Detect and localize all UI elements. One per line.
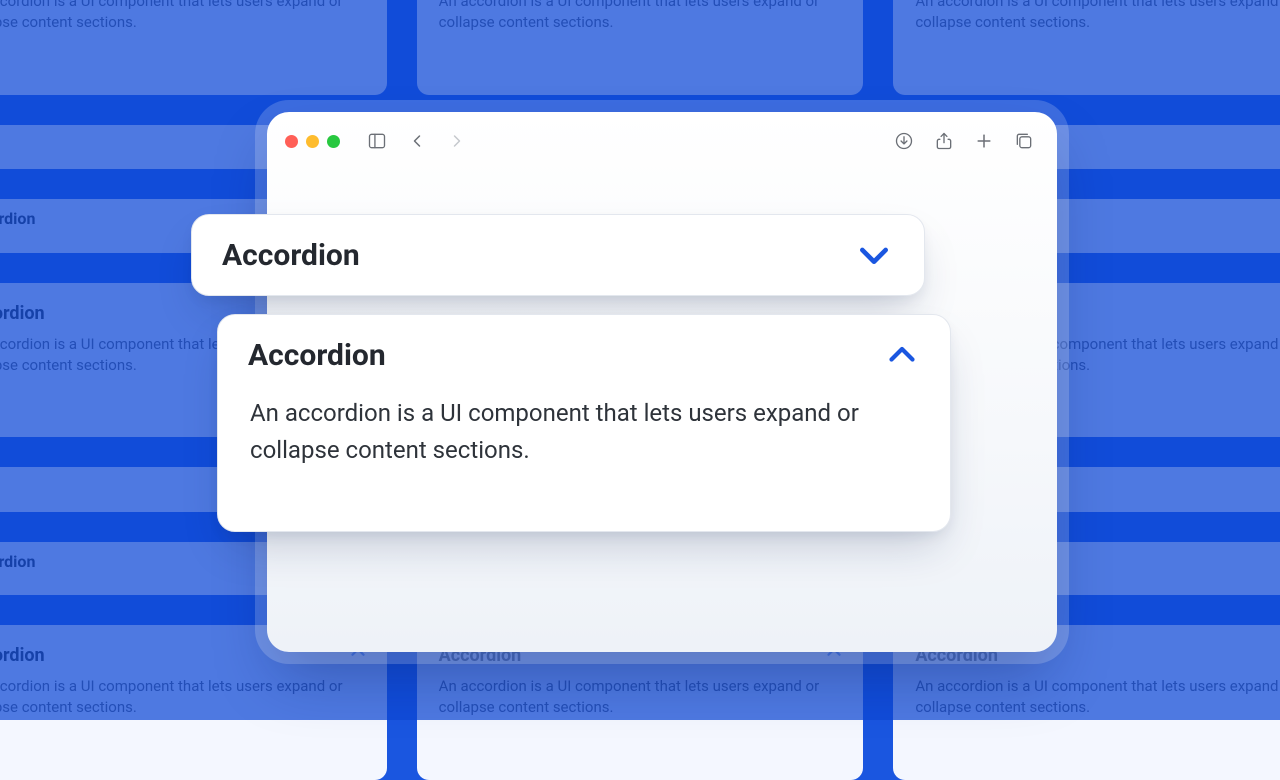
accordion-title: Accordion [222, 238, 360, 273]
close-window-button[interactable] [285, 135, 298, 148]
chevron-down-icon [854, 235, 894, 275]
forward-button[interactable] [442, 126, 472, 156]
accordion-body: An accordion is a UI component that lets… [218, 381, 950, 469]
back-button[interactable] [402, 126, 432, 156]
sidebar-toggle-button[interactable] [362, 126, 392, 156]
accordion-title: Accordion [248, 338, 386, 373]
accordion-header[interactable]: Accordion [218, 315, 950, 381]
tab-overview-button[interactable] [1009, 126, 1039, 156]
downloads-button[interactable] [889, 126, 919, 156]
browser-toolbar [267, 112, 1057, 170]
minimize-window-button[interactable] [306, 135, 319, 148]
new-tab-button[interactable] [969, 126, 999, 156]
chevron-up-icon [884, 337, 920, 373]
accordion-header[interactable]: Accordion [192, 215, 924, 295]
accordion-collapsed[interactable]: Accordion [191, 214, 925, 296]
window-controls [285, 135, 340, 148]
maximize-window-button[interactable] [327, 135, 340, 148]
share-button[interactable] [929, 126, 959, 156]
accordion-expanded[interactable]: Accordion An accordion is a UI component… [217, 314, 951, 532]
